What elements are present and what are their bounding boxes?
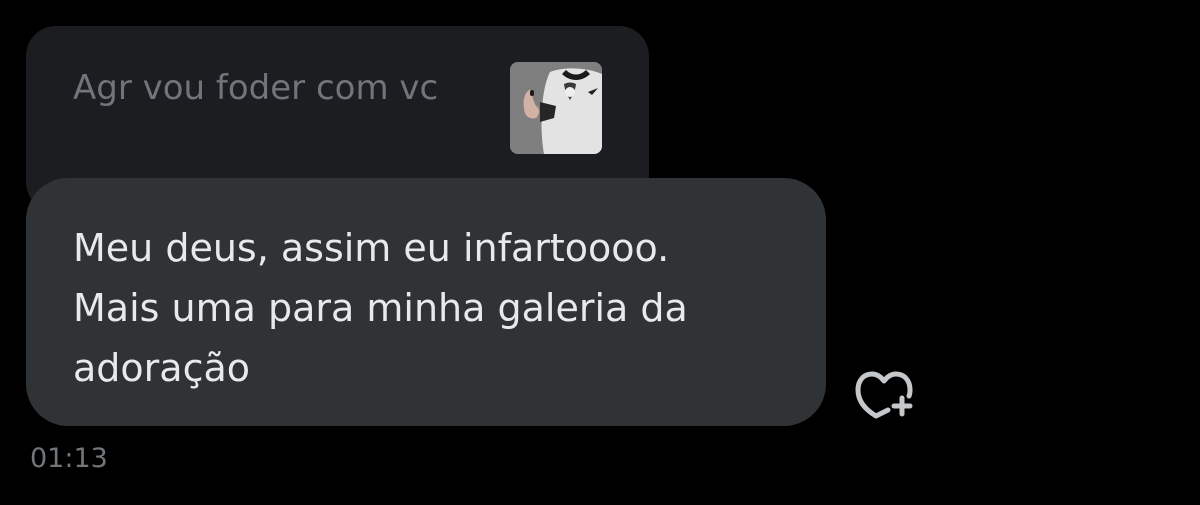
add-reaction-button[interactable] (852, 364, 918, 424)
heart-plus-icon (855, 371, 913, 419)
previous-message-fragment: · · · · · · (60, 0, 175, 8)
quoted-message-text: Agr vou foder com vc (73, 68, 439, 108)
message-text: Meu deus, assim eu infartoooo. Mais uma … (73, 218, 813, 398)
message-timestamp: 01:13 (30, 443, 108, 474)
photo-thumbnail-icon (510, 62, 602, 154)
message-bubble[interactable]: Meu deus, assim eu infartoooo. Mais uma … (26, 178, 826, 426)
quoted-photo-thumbnail[interactable] (510, 62, 602, 154)
message-line: Mais uma para minha galeria da (73, 286, 688, 330)
message-line: Meu deus, assim eu infartoooo. (73, 226, 670, 270)
message-line: adoração (73, 346, 250, 390)
